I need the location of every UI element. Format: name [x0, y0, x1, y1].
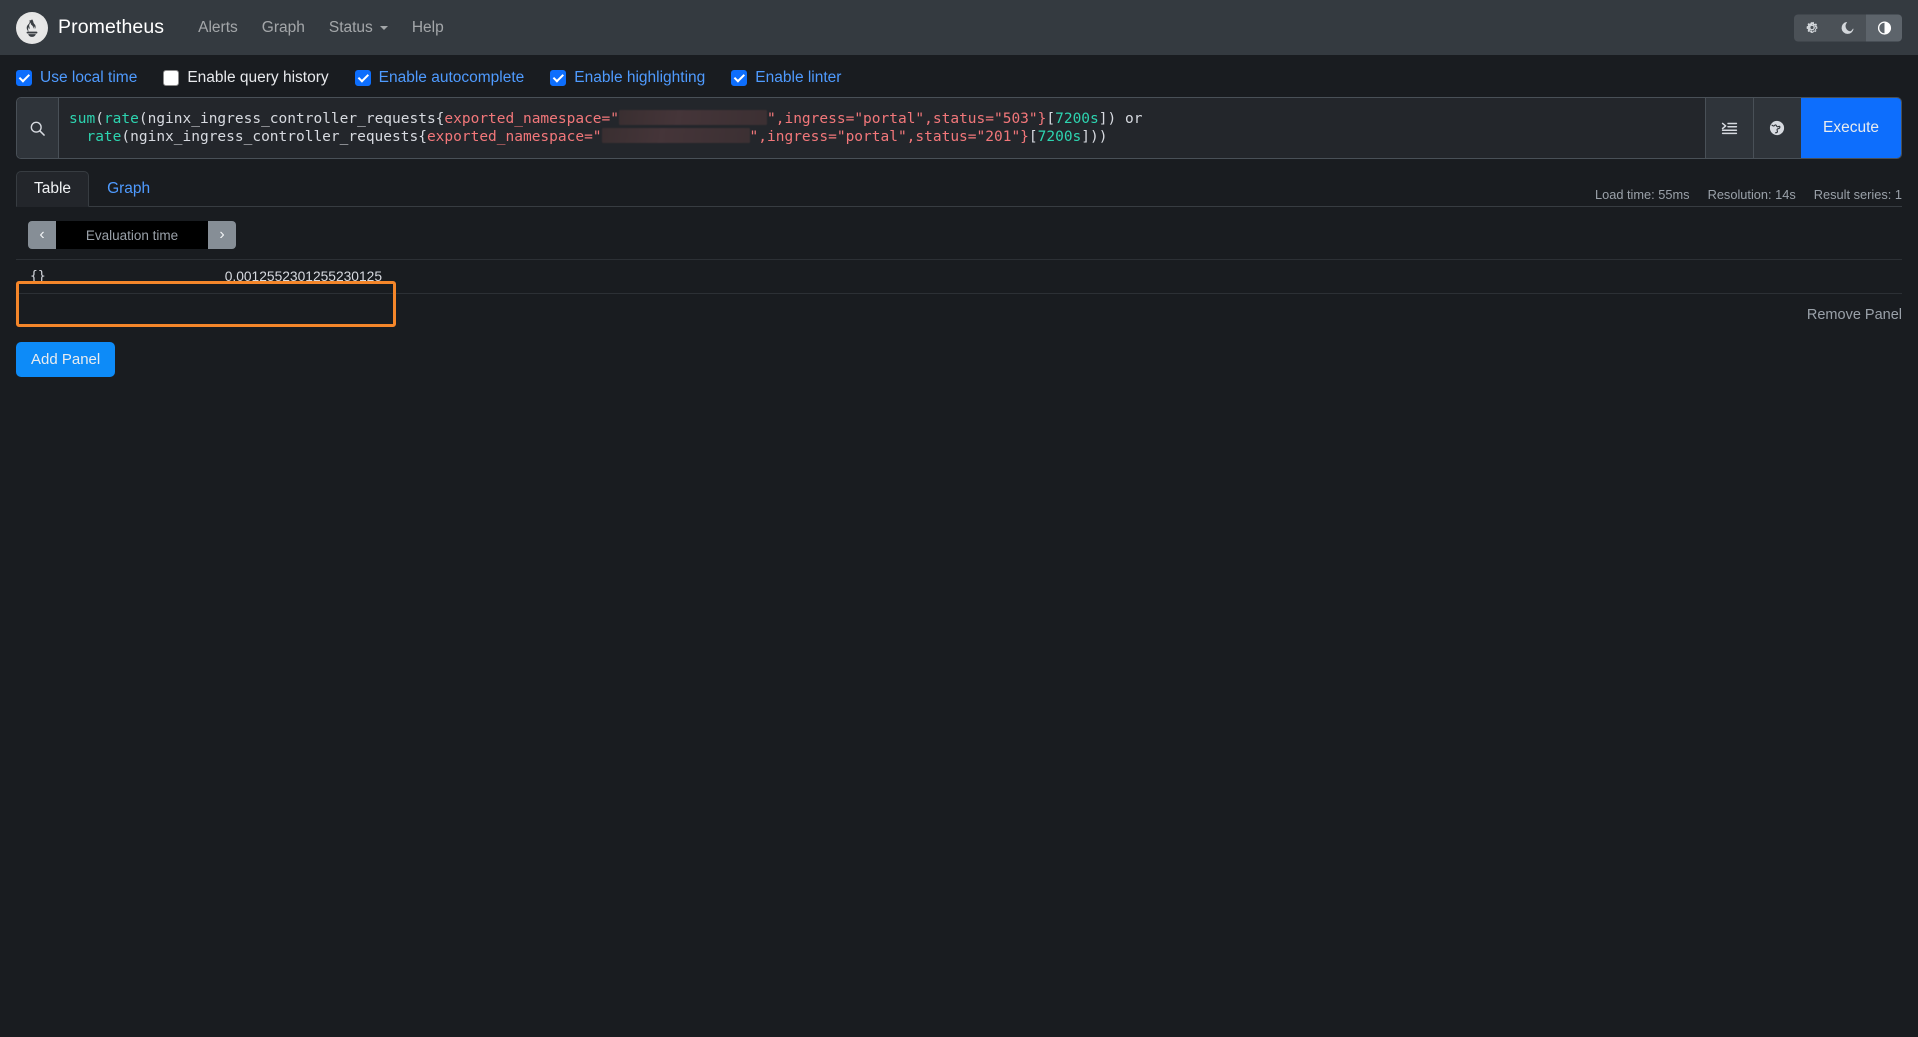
light-theme-button[interactable]	[1794, 14, 1830, 41]
query-expression-input[interactable]: sum(rate(nginx_ingress_controller_reques…	[59, 98, 1705, 158]
checkbox-enable-autocomplete[interactable]: Enable autocomplete	[355, 69, 525, 87]
remove-panel-button[interactable]: Remove Panel	[1807, 307, 1902, 323]
tab-table[interactable]: Table	[16, 171, 89, 207]
add-panel-wrap: Add Panel	[0, 324, 1918, 377]
query-token-operator: ))	[1090, 129, 1107, 145]
remove-panel-row: Remove Panel	[0, 294, 1918, 324]
prometheus-logo-icon	[16, 12, 48, 44]
checkbox-label: Enable highlighting	[574, 69, 705, 87]
query-stats: Load time: 55ms Resolution: 14s Result s…	[1595, 187, 1902, 202]
nav-item-label: Help	[412, 19, 444, 37]
evaluation-time-input[interactable]	[56, 221, 208, 249]
evaluation-time-group: ‹ ›	[28, 221, 236, 249]
checkbox-label: Enable autocomplete	[379, 69, 525, 87]
result-value-cell: 0.0012552301255230125	[216, 260, 396, 294]
result-tabs: Table Graph Load time: 55ms Resolution: …	[16, 171, 1902, 207]
nav-item-label: Alerts	[198, 19, 238, 37]
query-token-paren: (	[121, 129, 130, 145]
query-token-duration: 7200s	[1055, 111, 1099, 127]
query-token-paren: (	[139, 111, 148, 127]
redacted-namespace-value	[619, 110, 767, 125]
auto-theme-button[interactable]	[1866, 14, 1902, 41]
query-token-bracket: ]	[1099, 111, 1108, 127]
query-line-1: sum(rate(nginx_ingress_controller_reques…	[69, 110, 1693, 129]
checkmark-icon	[163, 70, 179, 86]
table-row[interactable]: {} 0.0012552301255230125	[16, 260, 1902, 294]
add-panel-button[interactable]: Add Panel	[16, 342, 115, 377]
checkbox-label: Enable linter	[755, 69, 841, 87]
query-token-string: ",ingress="portal",status="201"}	[750, 129, 1029, 145]
redacted-namespace-value	[602, 128, 750, 143]
query-token-duration: 7200s	[1038, 129, 1082, 145]
result-table: {} 0.0012552301255230125	[16, 259, 1902, 294]
checkbox-label: Use local time	[40, 69, 137, 87]
format-query-button[interactable]	[1705, 98, 1753, 158]
checkbox-label: Enable query history	[187, 69, 328, 87]
main-nav: Alerts Graph Status Help	[186, 11, 456, 45]
query-bar: sum(rate(nginx_ingress_controller_reques…	[16, 97, 1902, 159]
checkbox-enable-query-history[interactable]: Enable query history	[163, 69, 328, 87]
query-token-label: exported_namespace="	[444, 111, 619, 127]
query-token-bracket: ]	[1081, 129, 1090, 145]
eval-time-prev-button[interactable]: ‹	[28, 221, 56, 249]
query-token-indent	[69, 129, 86, 145]
query-token-label: exported_namespace="	[427, 129, 602, 145]
checkbox-enable-linter[interactable]: Enable linter	[731, 69, 841, 87]
query-token-string: ",ingress="portal",status="503"}	[767, 111, 1046, 127]
query-token-operator: ) or	[1108, 111, 1143, 127]
result-spacer-cell	[396, 260, 1902, 294]
chevron-down-icon	[380, 26, 388, 30]
execute-button[interactable]: Execute	[1801, 98, 1901, 158]
brand-title: Prometheus	[58, 16, 164, 39]
nav-item-status[interactable]: Status	[317, 11, 400, 45]
navbar: Prometheus Alerts Graph Status Help	[0, 0, 1918, 55]
dark-theme-button[interactable]	[1830, 14, 1866, 41]
result-labels-cell: {}	[16, 260, 216, 294]
query-options-row: Use local time Enable query history Enab…	[0, 55, 1918, 97]
checkmark-icon	[16, 70, 32, 86]
query-token-fn: sum	[69, 111, 95, 127]
resolution-stat: Resolution: 14s	[1708, 187, 1796, 202]
nav-item-help[interactable]: Help	[400, 11, 456, 45]
checkmark-icon	[731, 70, 747, 86]
nav-item-alerts[interactable]: Alerts	[186, 11, 250, 45]
query-line-2: rate(nginx_ingress_controller_requests{e…	[69, 128, 1693, 147]
brand-link[interactable]: Prometheus	[16, 12, 164, 44]
metrics-explorer-button[interactable]	[1753, 98, 1801, 158]
checkmark-icon	[355, 70, 371, 86]
query-panel: sum(rate(nginx_ingress_controller_reques…	[0, 97, 1918, 159]
checkbox-enable-highlighting[interactable]: Enable highlighting	[550, 69, 705, 87]
load-time-stat: Load time: 55ms	[1595, 187, 1690, 202]
evaluation-time-wrap: ‹ ›	[0, 207, 1918, 249]
eval-time-next-button[interactable]: ›	[208, 221, 236, 249]
theme-toggle-group	[1794, 14, 1902, 41]
query-token-metric: nginx_ingress_controller_requests{	[148, 111, 445, 127]
checkbox-use-local-time[interactable]: Use local time	[16, 69, 137, 87]
query-token-bracket: [	[1046, 111, 1055, 127]
search-icon	[17, 98, 59, 158]
tab-graph[interactable]: Graph	[89, 171, 168, 207]
query-token-fn: rate	[86, 129, 121, 145]
nav-item-graph[interactable]: Graph	[250, 11, 317, 45]
query-token-fn: rate	[104, 111, 139, 127]
result-series-stat: Result series: 1	[1814, 187, 1902, 202]
query-token-metric: nginx_ingress_controller_requests{	[130, 129, 427, 145]
nav-item-label: Status	[329, 19, 373, 37]
query-token-bracket: [	[1029, 129, 1038, 145]
nav-item-label: Graph	[262, 19, 305, 37]
query-token-paren: (	[95, 111, 104, 127]
checkmark-icon	[550, 70, 566, 86]
result-table-wrap: {} 0.0012552301255230125	[0, 249, 1918, 294]
